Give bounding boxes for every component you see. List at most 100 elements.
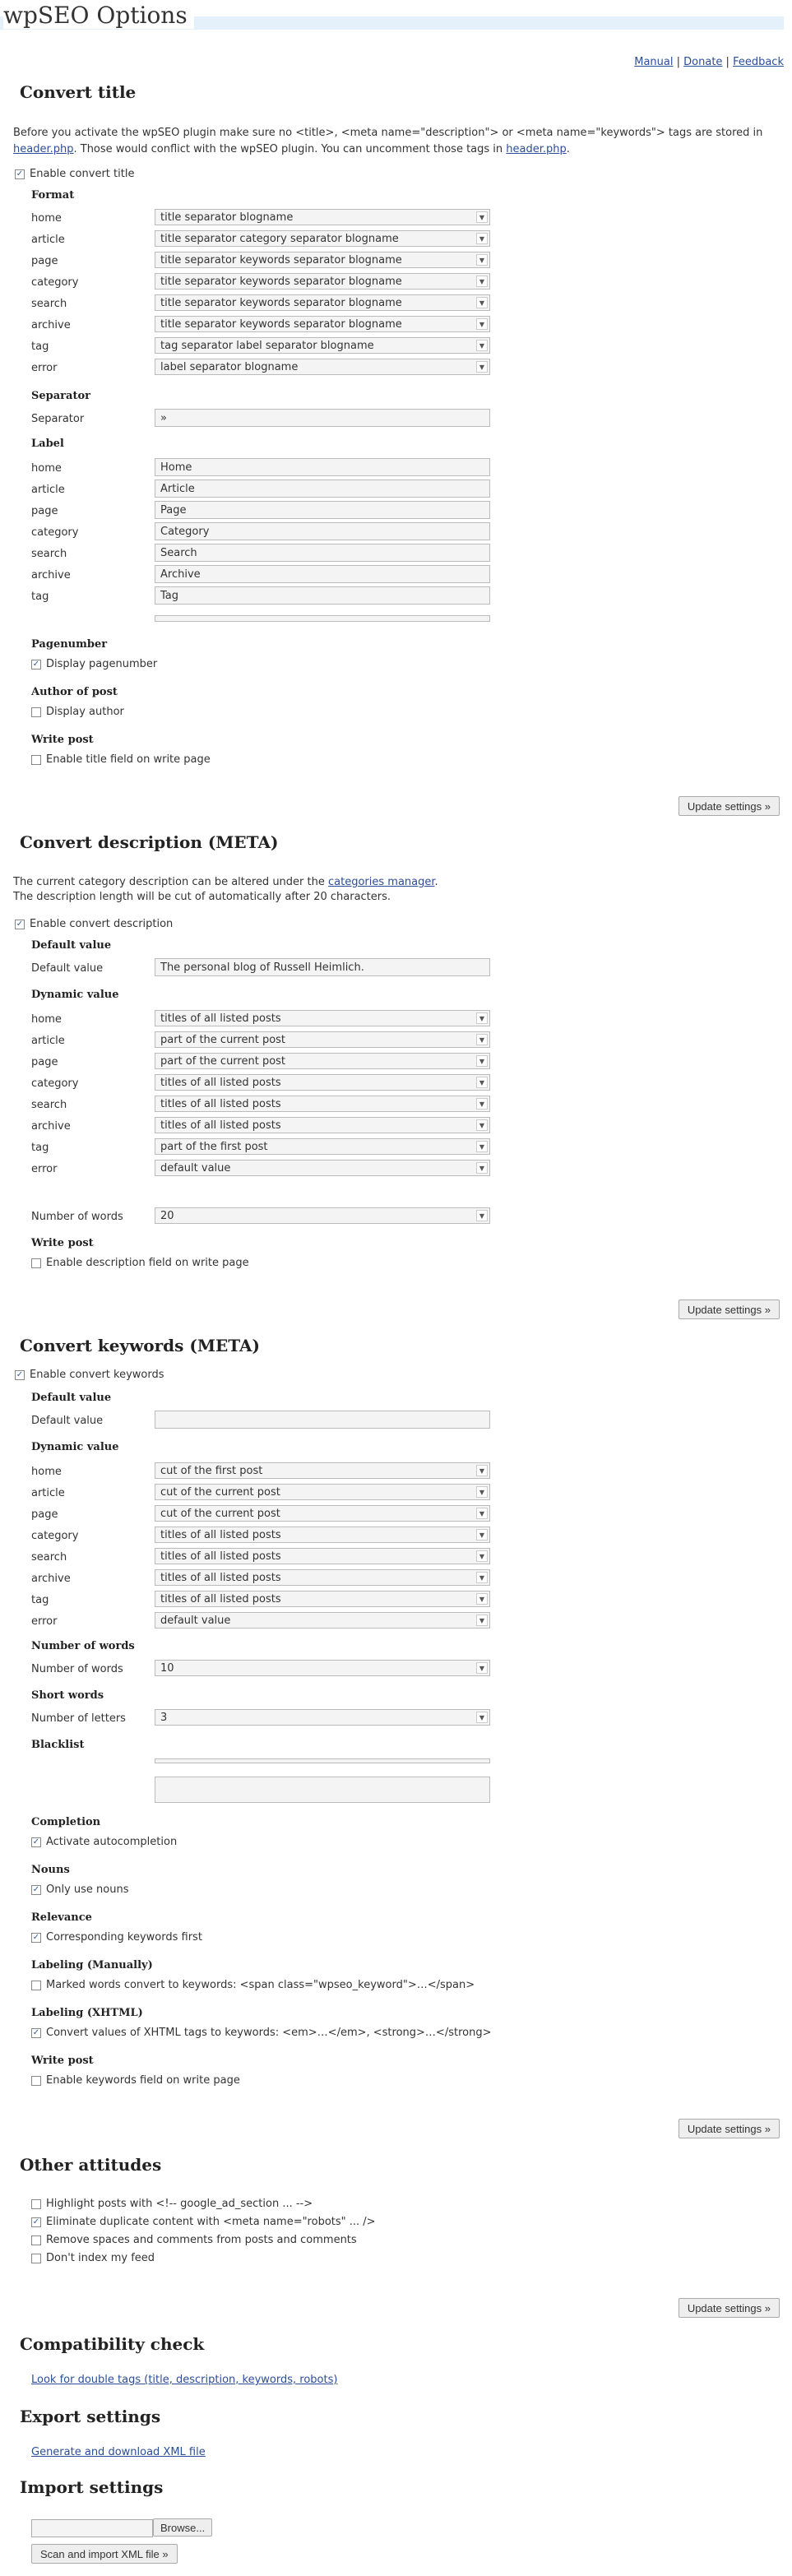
short-words-heading: Short words <box>31 1689 104 1702</box>
desc-page-select[interactable]: part of the current post ▼ <box>155 1053 490 1069</box>
scan-import-button[interactable]: Scan and import XML file » <box>31 2544 178 2564</box>
chevron-down-icon: ▼ <box>476 1034 488 1045</box>
chevron-down-icon: ▼ <box>476 1572 488 1583</box>
checkbox-unchecked-icon[interactable] <box>31 2235 41 2245</box>
kw-home-select[interactable]: cut of the first post ▼ <box>155 1462 490 1479</box>
checkbox-checked-icon[interactable]: ✓ <box>31 1884 41 1895</box>
format-error-select[interactable]: label separator blogname ▼ <box>155 359 490 375</box>
kw-search-select[interactable]: titles of all listed posts ▼ <box>155 1548 490 1564</box>
update-settings-button[interactable]: Update settings » <box>678 1300 780 1319</box>
double-tags-link[interactable]: Look for double tags (title, description… <box>31 2374 337 2386</box>
checkbox-checked-icon[interactable]: ✓ <box>15 1369 25 1380</box>
blacklist-textarea[interactable] <box>155 1777 490 1803</box>
format-article-select[interactable]: title separator category separator blogn… <box>155 230 490 247</box>
short-words-label: Number of letters <box>31 1712 126 1725</box>
checkbox-unchecked-icon[interactable] <box>31 2075 41 2086</box>
enable-convert-title-checkbox[interactable]: ✓ Enable convert title <box>15 168 134 180</box>
donate-link[interactable]: Donate <box>683 56 722 68</box>
format-home-select[interactable]: title separator blogname ▼ <box>155 209 490 225</box>
kw-page-select[interactable]: cut of the current post ▼ <box>155 1505 490 1522</box>
checkbox-checked-icon[interactable]: ✓ <box>31 2027 41 2038</box>
relevance-checkbox[interactable]: ✓ Corresponding keywords first <box>31 1931 202 1944</box>
highlight-ad-section-checkbox[interactable]: Highlight posts with <!-- google_ad_sect… <box>31 2198 313 2210</box>
completion-heading: Completion <box>31 1816 101 1828</box>
kw-article-select[interactable]: cut of the current post ▼ <box>155 1484 490 1500</box>
display-author-checkbox[interactable]: Display author <box>31 706 124 718</box>
format-tag-select[interactable]: tag separator label separator blogname ▼ <box>155 337 490 354</box>
desc-error-select[interactable]: default value ▼ <box>155 1160 490 1176</box>
kw-archive-select[interactable]: titles of all listed posts ▼ <box>155 1569 490 1586</box>
label-archive-input[interactable]: Archive <box>155 565 490 583</box>
kw-category-select[interactable]: titles of all listed posts ▼ <box>155 1527 490 1543</box>
description-field-checkbox[interactable]: Enable description field on write page <box>31 1257 249 1269</box>
label-page-input[interactable]: Page <box>155 501 490 519</box>
separator-input[interactable]: » <box>155 409 490 427</box>
header-php-link[interactable]: header.php <box>13 143 73 155</box>
format-search-select[interactable]: title separator keywords separator blogn… <box>155 294 490 311</box>
desc-article-select[interactable]: part of the current post ▼ <box>155 1031 490 1048</box>
update-settings-button[interactable]: Update settings » <box>678 796 780 816</box>
remove-spaces-checkbox[interactable]: Remove spaces and comments from posts an… <box>31 2234 357 2246</box>
description-default-input[interactable]: The personal blog of Russell Heimlich. <box>155 958 490 976</box>
browse-button[interactable]: Browse... <box>153 2518 213 2537</box>
label-category-input[interactable]: Category <box>155 522 490 540</box>
short-words-select[interactable]: 3 ▼ <box>155 1709 490 1726</box>
label-extra-input[interactable] <box>155 615 490 622</box>
checkbox-checked-icon[interactable]: ✓ <box>31 1932 41 1943</box>
header-php-link-2[interactable]: header.php <box>506 143 566 155</box>
manual-link[interactable]: Manual <box>634 56 673 68</box>
title-field-checkbox[interactable]: Enable title field on write page <box>31 753 211 766</box>
download-xml-link[interactable]: Generate and download XML file <box>31 2446 206 2458</box>
kw-dynamic-value-heading: Dynamic value <box>31 1441 119 1453</box>
checkbox-unchecked-icon[interactable] <box>31 1258 41 1268</box>
blacklist-textarea-top[interactable] <box>155 1758 490 1763</box>
desc-archive-select[interactable]: titles of all listed posts ▼ <box>155 1117 490 1133</box>
checkbox-checked-icon[interactable]: ✓ <box>31 1837 41 1847</box>
label-search-input[interactable]: Search <box>155 544 490 562</box>
desc-category-select[interactable]: titles of all listed posts ▼ <box>155 1074 490 1091</box>
keywords-field-checkbox[interactable]: Enable keywords field on write page <box>31 2074 240 2087</box>
file-path-input[interactable] <box>31 2519 153 2537</box>
kw-words-select[interactable]: 10 ▼ <box>155 1660 490 1676</box>
categories-manager-link[interactable]: categories manager <box>328 876 435 888</box>
desc-home-select[interactable]: titles of all listed posts ▼ <box>155 1010 490 1026</box>
update-settings-button[interactable]: Update settings » <box>678 2119 780 2138</box>
keywords-default-input[interactable] <box>155 1411 490 1429</box>
enable-convert-description-checkbox[interactable]: ✓ Enable convert description <box>15 918 173 930</box>
desc-search-select[interactable]: titles of all listed posts ▼ <box>155 1096 490 1112</box>
labeling-manual-checkbox[interactable]: Marked words convert to keywords: <span … <box>31 1979 475 1991</box>
feedback-link[interactable]: Feedback <box>733 56 784 68</box>
checkbox-unchecked-icon[interactable] <box>31 1980 41 1990</box>
checkbox-checked-icon[interactable]: ✓ <box>15 919 25 929</box>
label-article-input[interactable]: Article <box>155 480 490 498</box>
page-title: wpSEO Options <box>3 2 194 29</box>
convert-keywords-heading: Convert keywords (META) <box>20 1336 261 1355</box>
checkbox-unchecked-icon[interactable] <box>31 2253 41 2263</box>
nouns-checkbox[interactable]: ✓ Only use nouns <box>31 1883 129 1896</box>
display-pagenumber-checkbox[interactable]: ✓ Display pagenumber <box>31 658 157 670</box>
format-category-select[interactable]: title separator keywords separator blogn… <box>155 273 490 290</box>
no-index-feed-checkbox[interactable]: Don't index my feed <box>31 2252 155 2264</box>
labeling-xhtml-checkbox[interactable]: ✓ Convert values of XHTML tags to keyword… <box>31 2027 491 2039</box>
checkbox-checked-icon[interactable]: ✓ <box>15 169 25 179</box>
label-home-input[interactable]: Home <box>155 458 490 476</box>
format-archive-select[interactable]: title separator keywords separator blogn… <box>155 316 490 332</box>
format-page-select[interactable]: title separator keywords separator blogn… <box>155 252 490 268</box>
label-tag-input[interactable]: Tag <box>155 586 490 605</box>
desc-tag-select[interactable]: part of the first post ▼ <box>155 1138 490 1155</box>
default-value-heading: Default value <box>31 939 112 952</box>
desc-words-select[interactable]: 20 ▼ <box>155 1207 490 1224</box>
checkbox-unchecked-icon[interactable] <box>31 754 41 765</box>
update-settings-button[interactable]: Update settings » <box>678 2298 780 2318</box>
checkbox-unchecked-icon[interactable] <box>31 707 41 717</box>
checkbox-checked-icon[interactable]: ✓ <box>31 2217 41 2227</box>
kw-error-select[interactable]: default value ▼ <box>155 1612 490 1629</box>
enable-convert-keywords-checkbox[interactable]: ✓ Enable convert keywords <box>15 1369 164 1381</box>
eliminate-duplicate-checkbox[interactable]: ✓ Eliminate duplicate content with <meta … <box>31 2216 376 2228</box>
autocompletion-checkbox[interactable]: ✓ Activate autocompletion <box>31 1836 177 1848</box>
chevron-down-icon: ▼ <box>476 276 488 287</box>
checkbox-checked-icon[interactable]: ✓ <box>31 659 41 669</box>
checkbox-unchecked-icon[interactable] <box>31 2198 41 2209</box>
default-value-label: Default value <box>31 962 104 975</box>
kw-tag-select[interactable]: titles of all listed posts ▼ <box>155 1591 490 1607</box>
